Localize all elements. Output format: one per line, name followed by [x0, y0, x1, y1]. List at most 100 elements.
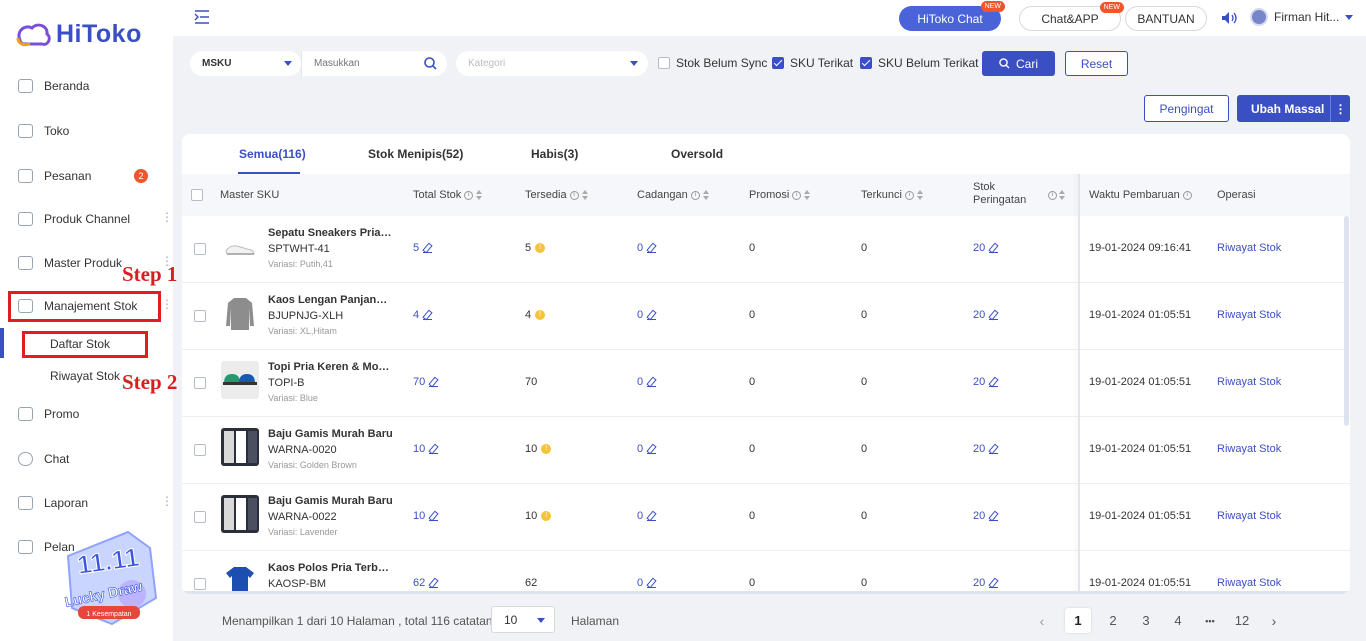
col-tersedia[interactable]: Tersedia i: [525, 189, 589, 201]
search-field[interactable]: [301, 51, 447, 76]
row-checkbox[interactable]: [194, 243, 206, 255]
row-checkbox[interactable]: [194, 511, 206, 523]
info-icon[interactable]: i: [904, 190, 914, 200]
search-icon[interactable]: [424, 57, 437, 70]
select-all-checkbox[interactable]: [191, 189, 203, 201]
sku-terikat-checkbox[interactable]: SKU Terikat: [772, 56, 853, 70]
col-promosi[interactable]: Promosi i: [749, 189, 811, 201]
page-1-button[interactable]: 1: [1065, 608, 1091, 633]
edit-pencil-icon[interactable]: [647, 579, 657, 588]
cell-value-operasi[interactable]: Riwayat Stok: [1217, 577, 1281, 589]
cell-total[interactable]: 10: [413, 510, 439, 522]
row-checkbox[interactable]: [194, 310, 206, 322]
lucky-draw-badge[interactable]: 11.11 Lucky Draw 1 Kesempatan: [58, 528, 164, 628]
cell-peringatan[interactable]: 20: [973, 510, 999, 522]
cell-operasi[interactable]: Riwayat Stok: [1217, 376, 1281, 388]
cell-value-operasi[interactable]: Riwayat Stok: [1217, 443, 1281, 455]
more-vertical-icon[interactable]: ⋮: [1330, 95, 1350, 122]
info-icon[interactable]: i: [464, 190, 474, 200]
pengingat-button[interactable]: Pengingat: [1144, 95, 1229, 122]
sort-icon[interactable]: [804, 190, 811, 200]
product-name[interactable]: Topi Pria Keren & Modis: [268, 361, 393, 373]
cell-cadangan[interactable]: 0: [637, 309, 657, 321]
sku-belum-terikat-checkbox[interactable]: SKU Belum Terikat: [860, 56, 978, 70]
cell-operasi[interactable]: Riwayat Stok: [1217, 577, 1281, 589]
cell-value-operasi[interactable]: Riwayat Stok: [1217, 510, 1281, 522]
col-stok-peringatan[interactable]: Stok Peringatan: [973, 181, 1026, 206]
speaker-icon[interactable]: [1221, 11, 1238, 25]
info-icon[interactable]: i: [569, 190, 579, 200]
edit-pencil-icon[interactable]: [989, 311, 999, 320]
horizontal-scrollbar[interactable]: [182, 591, 1350, 594]
sidebar-item-pesanan[interactable]: Pesanan 2: [0, 161, 173, 191]
next-page-button[interactable]: ›: [1261, 608, 1287, 633]
sort-icon[interactable]: [1059, 190, 1066, 200]
more-vertical-icon[interactable]: ⋮: [161, 211, 173, 223]
col-terkunci[interactable]: Terkunci i: [861, 189, 924, 201]
page-3-button[interactable]: 3: [1133, 608, 1159, 633]
cell-peringatan[interactable]: 20: [973, 376, 999, 388]
product-name[interactable]: Kaos Polos Pria Terbaru: [268, 562, 393, 574]
edit-pencil-icon[interactable]: [429, 445, 439, 454]
row-checkbox[interactable]: [194, 377, 206, 389]
col-total-stok[interactable]: Total Stok i: [413, 189, 483, 201]
edit-pencil-icon[interactable]: [429, 579, 439, 588]
sort-icon[interactable]: [702, 190, 710, 200]
col-cadangan[interactable]: Cadangan i: [637, 189, 710, 201]
cell-total[interactable]: 62: [413, 577, 439, 589]
checkbox-checked-icon[interactable]: [860, 57, 872, 69]
edit-pencil-icon[interactable]: [989, 445, 999, 454]
sidebar-item-toko[interactable]: Toko: [0, 116, 173, 146]
category-select[interactable]: Kategori: [456, 51, 648, 76]
cell-operasi[interactable]: Riwayat Stok: [1217, 510, 1281, 522]
cell-cadangan[interactable]: 0: [637, 376, 657, 388]
edit-pencil-icon[interactable]: [989, 579, 999, 588]
bantuan-button[interactable]: BANTUAN: [1125, 6, 1207, 31]
edit-pencil-icon[interactable]: [647, 512, 657, 521]
cell-total[interactable]: 10: [413, 443, 439, 455]
edit-pencil-icon[interactable]: [989, 244, 999, 253]
page-12-button[interactable]: 12: [1229, 608, 1255, 633]
edit-pencil-icon[interactable]: [989, 378, 999, 387]
sort-icon[interactable]: [581, 190, 589, 200]
cell-peringatan[interactable]: 20: [973, 443, 999, 455]
hitoko-chat-button[interactable]: HiToko Chat NEW: [899, 1, 1005, 31]
more-vertical-icon[interactable]: ⋮: [161, 298, 173, 310]
reset-button[interactable]: Reset: [1065, 51, 1128, 76]
row-checkbox[interactable]: [194, 578, 206, 590]
checkbox-checked-icon[interactable]: [772, 57, 784, 69]
cell-peringatan[interactable]: 20: [973, 242, 999, 254]
product-name[interactable]: Kaos Lengan Panjang Pria: [268, 294, 393, 306]
tab-stok-menipis[interactable]: Stok Menipis(52): [368, 147, 463, 161]
product-name[interactable]: Baju Gamis Murah Baru: [268, 495, 393, 507]
cell-total[interactable]: 70: [413, 376, 439, 388]
page-4-button[interactable]: 4: [1165, 608, 1191, 633]
prev-page-button[interactable]: ‹: [1029, 608, 1055, 633]
sidebar-item-chat[interactable]: Chat: [0, 444, 173, 474]
page-size-select[interactable]: 10: [491, 606, 555, 633]
edit-pencil-icon[interactable]: [423, 311, 433, 320]
edit-pencil-icon[interactable]: [647, 378, 657, 387]
page-ellipsis[interactable]: •••: [1197, 608, 1223, 633]
product-name[interactable]: Baju Gamis Murah Baru: [268, 428, 393, 440]
cell-peringatan[interactable]: 20: [973, 309, 999, 321]
cell-value-operasi[interactable]: Riwayat Stok: [1217, 376, 1281, 388]
edit-pencil-icon[interactable]: [429, 512, 439, 521]
vertical-scrollbar[interactable]: [1344, 216, 1349, 426]
product-name[interactable]: Sepatu Sneakers Pria Wanita: [268, 227, 393, 239]
cell-operasi[interactable]: Riwayat Stok: [1217, 242, 1281, 254]
page-2-button[interactable]: 2: [1100, 608, 1126, 633]
sidebar-item-laporan[interactable]: Laporan ⋮: [0, 488, 173, 518]
cell-cadangan[interactable]: 0: [637, 577, 657, 589]
edit-pencil-icon[interactable]: [647, 445, 657, 454]
tab-habis[interactable]: Habis(3): [531, 147, 578, 161]
sidebar-item-produk-channel[interactable]: Produk Channel ⋮: [0, 204, 173, 234]
search-input[interactable]: [314, 58, 419, 69]
sidebar-item-promo[interactable]: Promo: [0, 399, 173, 429]
info-icon[interactable]: i: [1048, 191, 1057, 200]
checkbox-icon[interactable]: [658, 57, 670, 69]
tab-oversold[interactable]: Oversold: [671, 147, 723, 161]
cell-value-operasi[interactable]: Riwayat Stok: [1217, 242, 1281, 254]
sort-icon[interactable]: [476, 190, 483, 200]
info-icon[interactable]: i: [1182, 190, 1192, 200]
